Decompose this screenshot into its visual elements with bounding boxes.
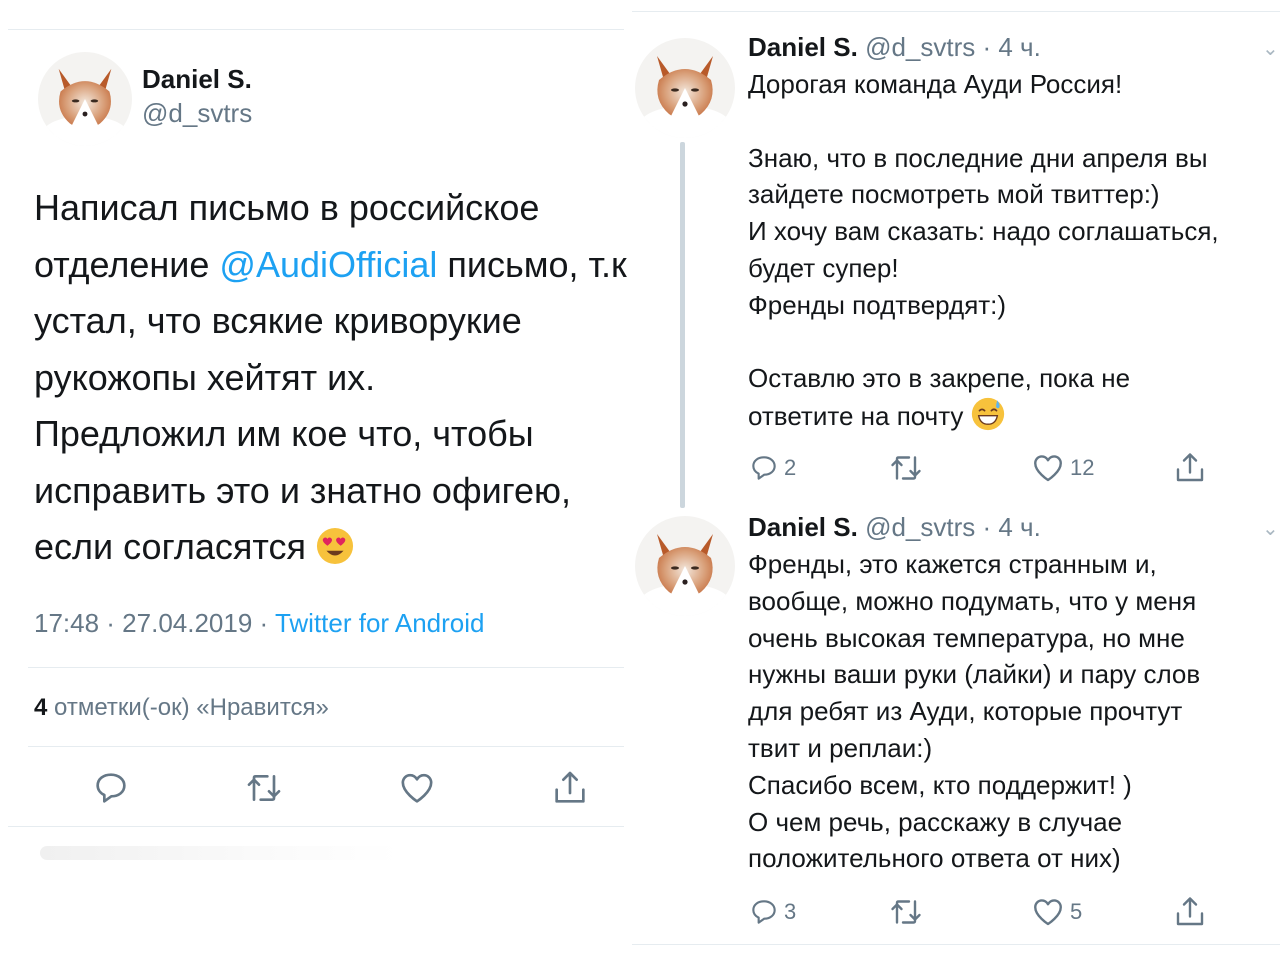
- like-button[interactable]: 5: [1030, 894, 1082, 930]
- like-icon: [1030, 894, 1066, 930]
- retweet-button[interactable]: [244, 768, 284, 808]
- reply-icon: [91, 768, 131, 808]
- fox-avatar-icon: [635, 516, 735, 616]
- sweat-smile-emoji-icon: [971, 397, 1005, 431]
- thread-top-divider: [632, 11, 1280, 12]
- tweet-line: исправить это и знатно офигею,: [34, 469, 572, 511]
- share-icon: [1172, 894, 1208, 930]
- likes-count: 4: [34, 694, 48, 721]
- tweet-line: Френды подтвердят:): [748, 289, 1007, 320]
- tweet-line: для ребят из Ауди, которые прочтут: [748, 696, 1183, 727]
- share-button[interactable]: [1172, 894, 1208, 930]
- reply-button[interactable]: [91, 768, 131, 808]
- source-link[interactable]: Twitter for Android: [275, 608, 485, 638]
- reply-count: 2: [784, 455, 797, 480]
- mention-link[interactable]: @AudiOfficial: [219, 244, 437, 285]
- retweet-button[interactable]: [888, 894, 924, 930]
- tweet-line: вообще, можно подумать, что у меня: [748, 585, 1197, 616]
- likes-divider: [28, 746, 624, 747]
- thread-bottom-divider: [632, 944, 1280, 945]
- tweet-line: Оставлю это в закрепе, пока не: [748, 363, 1131, 394]
- tweet-line: будет супер!: [748, 252, 899, 283]
- likes-label: отметки(-ок) «Нравится»: [47, 694, 329, 721]
- reply-button[interactable]: 2: [748, 450, 796, 486]
- tweet-text: Дорогая команда Ауди Россия! Знаю, что в…: [748, 66, 1219, 434]
- like-icon: [1030, 450, 1066, 486]
- next-tweet-preview: [40, 846, 400, 860]
- tweet-line: Знаю, что в последние дни апреля вы: [748, 142, 1208, 173]
- share-button[interactable]: [550, 768, 590, 808]
- tweet-line: рукожопы хейтят их.: [34, 356, 376, 398]
- share-button[interactable]: [1172, 450, 1208, 486]
- retweet-icon: [244, 768, 284, 808]
- avatar[interactable]: [635, 516, 735, 616]
- share-icon: [550, 768, 590, 808]
- heart-eyes-emoji-icon: [316, 527, 354, 565]
- tweet-line: Предложил им кое что, чтобы: [34, 413, 534, 454]
- fox-avatar-icon: [38, 52, 132, 146]
- tweet-line-text: ответите на почту: [748, 401, 964, 432]
- tweet-line: И хочу вам сказать: надо соглашаться,: [748, 216, 1219, 247]
- author-name[interactable]: Daniel S.: [142, 64, 252, 95]
- tweet-line: Спасибо всем, кто поддержит! ): [748, 769, 1132, 800]
- retweet-button[interactable]: [888, 450, 924, 486]
- thread-connector: [680, 142, 685, 508]
- tweet-line: нужны ваши руки (лайки) и пару слов: [748, 659, 1201, 690]
- tweet-header: Daniel S. @d_svtrs · 4 ч.: [748, 512, 1041, 543]
- avatar[interactable]: [38, 52, 132, 146]
- author-handle-time: @d_svtrs · 4 ч.: [865, 512, 1041, 542]
- likes-summary[interactable]: 4 отметки(-ок) «Нравится»: [34, 694, 329, 722]
- tweet-line: если согласятся: [34, 519, 634, 576]
- tweet-line: положительного ответа от них): [748, 843, 1121, 874]
- reply-count: 3: [784, 899, 797, 924]
- retweet-icon: [888, 894, 924, 930]
- tweet-text: Написал письмо в российское отделение @A…: [34, 180, 634, 576]
- share-icon: [1172, 450, 1208, 486]
- tweet-line: О чем речь, расскажу в случае: [748, 806, 1123, 837]
- tweet-header: Daniel S. @d_svtrs · 4 ч.: [748, 32, 1041, 63]
- tweet-line-text: если согласятся: [34, 526, 307, 567]
- tweet-line: ответите на почту: [748, 397, 1219, 434]
- tweet-line: Написал письмо в российское: [34, 187, 540, 228]
- top-divider: [8, 29, 624, 30]
- tweet-line-text: отделение: [34, 243, 220, 285]
- author-name[interactable]: Daniel S.: [748, 512, 858, 542]
- author-handle[interactable]: @d_svtrs: [142, 98, 252, 129]
- author-handle-time: @d_svtrs · 4 ч.: [865, 32, 1041, 62]
- bottom-divider: [8, 826, 624, 827]
- like-count: 12: [1070, 455, 1095, 480]
- tweet-line: Дорогая команда Ауди Россия!: [748, 69, 1123, 99]
- chevron-down-icon[interactable]: ⌄: [1262, 36, 1279, 61]
- like-button[interactable]: [397, 768, 437, 808]
- tweet-line: [748, 103, 1219, 140]
- tweet-line: устал, что всякие криворукие: [34, 300, 522, 341]
- like-button[interactable]: 12: [1030, 450, 1094, 486]
- author-name[interactable]: Daniel S.: [748, 32, 858, 62]
- meta-divider: [28, 667, 624, 668]
- avatar[interactable]: [635, 38, 735, 138]
- tweet-line: очень высокая температура, но мне: [748, 622, 1185, 653]
- reply-icon: [748, 452, 780, 484]
- chevron-down-icon[interactable]: ⌄: [1262, 516, 1279, 541]
- retweet-icon: [888, 450, 924, 486]
- tweet-line: Френды, это кажется странным и,: [748, 549, 1157, 579]
- tweet-line: [748, 324, 1219, 361]
- tweet-timestamp: 17:48 · 27.04.2019 ·: [34, 608, 275, 638]
- tweet-line: твит и реплаи:): [748, 732, 933, 763]
- tweet-text: Френды, это кажется странным и, вообще, …: [748, 546, 1200, 877]
- tweet-line: отделение @AudiOfficial письмо, т.к: [34, 237, 634, 294]
- tweet-line-text: письмо, т.к: [437, 243, 627, 285]
- like-icon: [397, 768, 437, 808]
- tweet-line: зайдете посмотреть мой твиттер:): [748, 179, 1160, 210]
- like-count: 5: [1070, 899, 1083, 924]
- reply-button[interactable]: 3: [748, 894, 796, 930]
- tweet-meta: 17:48 · 27.04.2019 · Twitter for Android: [34, 608, 484, 639]
- fox-avatar-icon: [635, 38, 735, 138]
- reply-icon: [748, 896, 780, 928]
